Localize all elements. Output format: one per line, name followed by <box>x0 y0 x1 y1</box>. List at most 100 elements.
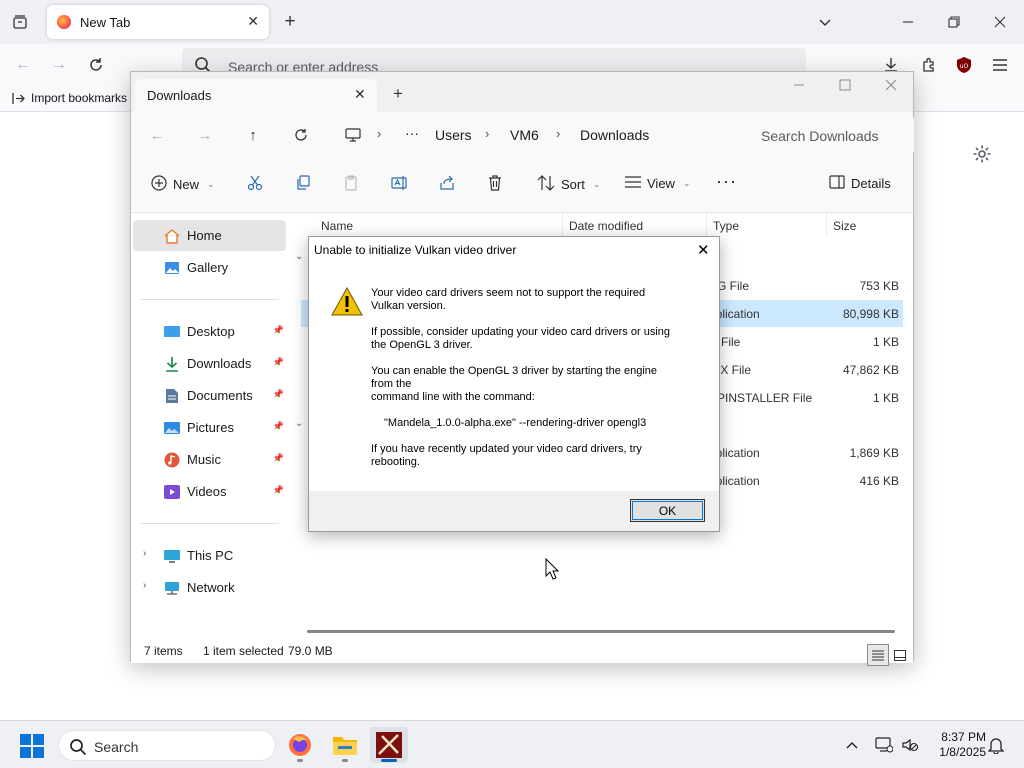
taskbar-file-explorer[interactable] <box>326 727 364 763</box>
settings-gear-icon[interactable] <box>972 144 994 166</box>
breadcrumb-separator: › <box>556 126 561 141</box>
column-header-type[interactable]: Type <box>713 219 739 233</box>
restore-icon[interactable] <box>944 12 964 32</box>
close-window-icon[interactable] <box>990 12 1010 32</box>
file-size: 1,869 KB <box>849 446 899 460</box>
horizontal-scrollbar[interactable] <box>307 630 895 633</box>
maximize-icon[interactable] <box>839 78 851 94</box>
chevron-right-icon[interactable]: › <box>143 548 146 559</box>
close-tab-icon[interactable]: ✕ <box>354 86 366 103</box>
taskbar-mandela-app[interactable] <box>370 727 408 763</box>
new-tab-icon[interactable]: + <box>393 84 403 104</box>
menu-icon[interactable] <box>989 54 1011 76</box>
breadcrumb-more[interactable]: ··· <box>405 125 419 141</box>
nav-item-label: Downloads <box>187 356 252 371</box>
clock-date: 1/8/2025 <box>939 745 986 759</box>
chevron-up-icon[interactable] <box>842 735 862 755</box>
file-size: 753 KB <box>859 279 899 293</box>
extensions-icon[interactable] <box>918 54 940 76</box>
breadcrumb-vm6[interactable]: VM6 <box>510 127 539 143</box>
column-header-size[interactable]: Size <box>833 219 856 233</box>
column-divider <box>562 213 563 237</box>
refresh-icon[interactable] <box>291 125 311 145</box>
close-window-icon[interactable] <box>885 78 897 94</box>
new-tab-icon[interactable]: + <box>280 11 300 32</box>
nav-item-music[interactable]: Music 📌 <box>133 444 286 475</box>
explorer-tab-downloads[interactable]: Downloads ✕ <box>135 79 377 112</box>
file-size: 416 KB <box>859 474 899 488</box>
ublock-origin-icon[interactable]: uO <box>953 54 975 76</box>
chevron-down-icon: ⌄ <box>207 179 215 189</box>
sort-button[interactable]: Sort ⌄ <box>537 175 600 194</box>
chevron-down-icon[interactable] <box>815 12 835 32</box>
copy-button[interactable] <box>295 175 311 194</box>
group-collapse-icon[interactable]: ⌄ <box>295 251 303 262</box>
delete-button[interactable] <box>487 175 503 194</box>
details-pane-button[interactable]: Details <box>829 175 891 192</box>
nav-item-downloads[interactable]: Downloads 📌 <box>133 348 286 379</box>
explorer-title-bar: Downloads ✕ + <box>131 72 913 112</box>
chevron-down-icon: ⌄ <box>682 178 691 188</box>
network-status-icon[interactable] <box>874 735 894 755</box>
column-header-date-modified[interactable]: Date modified <box>569 219 643 233</box>
search-downloads-input[interactable]: Search Downloads <box>744 118 914 152</box>
ok-button[interactable]: OK <box>630 499 705 522</box>
nav-item-pictures[interactable]: Pictures 📌 <box>133 412 286 443</box>
close-icon[interactable]: ✕ <box>697 241 710 259</box>
system-clock[interactable]: 8:37 PM 1/8/2025 <box>924 730 986 760</box>
taskbar-search-box[interactable]: Search <box>58 730 276 761</box>
pin-icon: 📌 <box>272 357 284 367</box>
rename-button[interactable] <box>391 175 409 194</box>
browser-tab-new-tab[interactable]: New Tab ✕ <box>47 5 269 39</box>
up-arrow-icon[interactable]: ↑ <box>243 125 263 145</box>
nav-item-this-pc[interactable]: › This PC <box>133 540 286 571</box>
nav-item-documents[interactable]: Documents 📌 <box>133 380 286 411</box>
tiles-view-button[interactable] <box>889 644 911 666</box>
trash-icon <box>487 175 503 194</box>
tab-list-icon[interactable] <box>10 12 30 32</box>
chevron-right-icon[interactable]: › <box>143 580 146 591</box>
forward-arrow-icon[interactable]: → <box>48 54 70 76</box>
cut-button[interactable] <box>247 175 263 194</box>
breadcrumb-separator: › <box>377 126 382 141</box>
notifications-bell-icon[interactable] <box>986 735 1006 755</box>
details-view-button[interactable] <box>867 644 889 666</box>
dialog-message-2: If possible, consider updating your vide… <box>371 326 670 351</box>
taskbar-firefox[interactable] <box>281 727 319 763</box>
column-header-name[interactable]: Name <box>321 219 353 233</box>
nav-item-videos[interactable]: Videos 📌 <box>133 476 286 507</box>
group-collapse-icon[interactable]: ⌄ <box>295 418 303 429</box>
search-icon <box>69 738 87 759</box>
dialog-message-4: If you have recently updated your video … <box>371 443 642 468</box>
nav-item-home[interactable]: Home <box>133 220 286 251</box>
dialog-message-3: You can enable the OpenGL 3 driver by st… <box>371 365 657 403</box>
this-pc-icon[interactable] <box>343 125 363 145</box>
minimize-icon[interactable] <box>898 12 918 32</box>
minimize-icon[interactable] <box>793 78 805 94</box>
back-arrow-icon[interactable]: ← <box>12 54 34 76</box>
forward-arrow-icon[interactable]: → <box>195 125 215 145</box>
nav-item-network[interactable]: › Network <box>133 572 286 603</box>
paste-button[interactable] <box>343 175 359 194</box>
import-bookmarks-button[interactable]: Import bookmarks <box>12 91 127 105</box>
nav-item-label: Videos <box>187 484 227 499</box>
breadcrumb-users[interactable]: Users <box>435 127 472 143</box>
column-divider <box>706 213 707 237</box>
start-button[interactable] <box>20 734 44 758</box>
close-tab-icon[interactable]: ✕ <box>247 13 259 30</box>
nav-item-gallery[interactable]: Gallery <box>133 252 286 283</box>
back-arrow-icon[interactable]: ← <box>147 125 167 145</box>
dialog-command: "Mandela_1.0.0-alpha.exe" --rendering-dr… <box>384 417 647 429</box>
pin-icon: 📌 <box>272 485 284 495</box>
more-options-button[interactable]: ··· <box>716 171 737 192</box>
volume-muted-icon[interactable] <box>900 735 920 755</box>
view-button[interactable]: View ⌄ <box>625 175 691 192</box>
breadcrumb-downloads[interactable]: Downloads <box>580 127 649 143</box>
new-label: New <box>173 177 200 192</box>
nav-item-desktop[interactable]: Desktop 📌 <box>133 316 286 347</box>
reload-icon[interactable] <box>85 54 107 76</box>
dialog-title: Unable to initialize Vulkan video driver <box>314 243 517 257</box>
import-icon <box>12 92 25 104</box>
new-button[interactable]: New ⌄ <box>151 175 215 194</box>
share-button[interactable] <box>439 175 455 194</box>
